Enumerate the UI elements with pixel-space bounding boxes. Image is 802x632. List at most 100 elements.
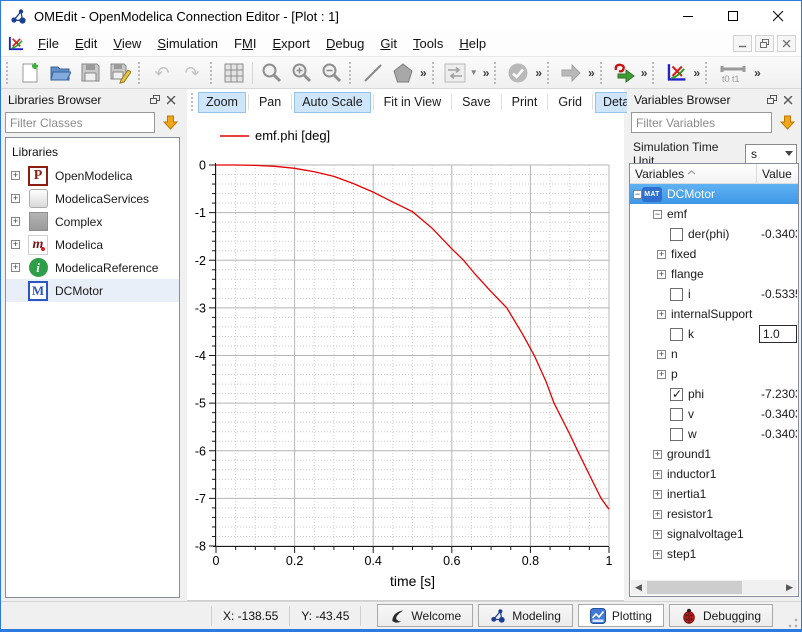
filter-options-button[interactable] [160,113,180,133]
plot-auto-scale-button[interactable]: Auto Scale [294,92,370,113]
variable-checkbox-unchecked[interactable] [670,328,683,341]
variable-checkbox-unchecked[interactable] [670,228,683,241]
scroll-left-icon[interactable]: ◀ [631,580,646,595]
close-button[interactable] [756,1,801,31]
variable-row-ground1[interactable]: +ground1 [630,444,798,464]
toolbar-handle[interactable] [652,62,657,84]
menu-edit[interactable]: Edit [67,32,105,56]
value-column-header[interactable]: Value [757,164,798,183]
filter-options-button[interactable] [777,113,797,133]
plot-zoom-button[interactable]: Zoom [198,92,246,113]
variable-row-emf[interactable]: −emf [630,204,798,224]
maximize-button[interactable] [711,1,756,31]
plot-canvas[interactable]: 00.20.40.60.810-1-2-3-4-5-6-7-8time [s]e… [187,115,624,599]
zoom-out-button[interactable] [316,59,346,87]
scroll-right-icon[interactable]: ▶ [782,580,797,595]
plot-toolbar-handle[interactable] [191,93,193,111]
toolbar-overflow[interactable]: » [691,66,702,80]
expand-icon[interactable]: + [657,350,666,359]
zoom-fit-button[interactable] [256,59,286,87]
library-item-modelicareference[interactable]: +iModelicaReference [6,256,179,279]
menu-help[interactable]: Help [451,32,494,56]
expand-icon[interactable]: + [657,370,666,379]
toolbar-overflow[interactable]: » [752,66,763,80]
undo-button[interactable]: ↶ [147,59,177,87]
collapse-icon[interactable]: − [633,190,642,199]
close-panel-button[interactable] [780,93,797,108]
mdi-close-button[interactable] [777,35,796,52]
time-unit-select[interactable]: s [745,144,797,164]
line-shape-button[interactable] [358,59,388,87]
menu-git[interactable]: Git [372,32,405,56]
variable-row-resistor1[interactable]: +resistor1 [630,504,798,524]
collapse-icon[interactable]: − [653,210,662,219]
expand-icon[interactable]: + [657,310,666,319]
close-panel-button[interactable] [163,93,180,108]
float-panel-button[interactable] [763,93,780,108]
plot-grid-button[interactable]: Grid [550,92,590,113]
expand-icon[interactable]: + [11,263,20,272]
toolbar-overflow[interactable]: » [533,66,544,80]
variable-row-w[interactable]: w-0.3403 [630,424,798,444]
expand-icon[interactable]: + [657,250,666,259]
variable-checkbox-unchecked[interactable] [670,288,683,301]
open-model-button[interactable] [45,59,75,87]
menu-debug[interactable]: Debug [318,32,372,56]
variable-row-phi[interactable]: phi-7.23033 [630,384,798,404]
variable-row-v[interactable]: v-0.3403 [630,404,798,424]
plot-print-button[interactable]: Print [504,92,546,113]
plotting-perspective-button[interactable]: Plotting [578,604,664,627]
library-item-openmodelica[interactable]: +POpenModelica [6,164,179,187]
menu-simulation[interactable]: Simulation [149,32,226,56]
toolbar-overflow[interactable]: » [586,66,597,80]
save-button[interactable] [75,59,105,87]
library-item-complex[interactable]: +Complex [6,210,179,233]
toolbar-overflow[interactable]: » [418,66,429,80]
menu-view[interactable]: View [105,32,149,56]
plot-pan-button[interactable]: Pan [251,92,289,113]
titlebar[interactable]: OMEdit - OpenModelica Connection Editor … [1,1,801,31]
simulation-interval-button[interactable]: t0 t1 [714,59,752,87]
expand-icon[interactable]: + [11,171,20,180]
expand-icon[interactable]: + [657,270,666,279]
variable-row-k[interactable]: k1.0 [630,324,798,344]
mdi-restore-button[interactable] [755,35,774,52]
plot-save-button[interactable]: Save [454,92,499,113]
polygon-shape-button[interactable] [388,59,418,87]
toolbar-handle[interactable] [138,62,143,84]
library-item-dcmotor[interactable]: MDCMotor [6,279,179,302]
simulate-button[interactable] [556,59,586,87]
toolbar-handle[interactable] [6,62,11,84]
toolbar-handle[interactable] [705,62,710,84]
expand-icon[interactable]: + [653,530,662,539]
toolbar-handle[interactable] [349,62,354,84]
filter-variables-input[interactable] [631,112,772,133]
toolbar-overflow[interactable]: » [639,66,650,80]
expand-icon[interactable]: + [11,217,20,226]
minimize-button[interactable] [666,1,711,31]
resize-grip-icon[interactable] [788,618,798,628]
variable-row-derphi[interactable]: der(phi)-0.3403 [630,224,798,244]
filter-classes-input[interactable] [5,112,155,133]
mdi-minimize-button[interactable] [733,35,752,52]
library-item-modelica[interactable]: +mModelica [6,233,179,256]
expand-icon[interactable]: + [653,490,662,499]
variable-row-inductor1[interactable]: +inductor1 [630,464,798,484]
new-plot-window-button[interactable] [661,59,691,87]
variable-checkbox-checked[interactable] [670,388,683,401]
variable-row-internalsupport[interactable]: +internalSupport [630,304,798,324]
variable-row-fixed[interactable]: +fixed [630,244,798,264]
expand-icon[interactable]: + [653,510,662,519]
welcome-perspective-button[interactable]: Welcome [377,604,473,627]
expand-icon[interactable]: + [653,450,662,459]
toolbar-handle[interactable] [432,62,437,84]
variable-row-dcmotor[interactable]: −MATDCMotor [630,184,798,204]
variable-row-inertia1[interactable]: +inertia1 [630,484,798,504]
variable-value-editor[interactable]: 1.0 [759,325,797,343]
toolbar-overflow[interactable]: » [481,66,492,80]
toolbar-handle[interactable] [600,62,605,84]
check-model-button[interactable] [503,59,533,87]
menu-file[interactable]: File [30,32,67,56]
toolbar-handle[interactable] [494,62,499,84]
show-grid-button[interactable] [219,59,249,87]
